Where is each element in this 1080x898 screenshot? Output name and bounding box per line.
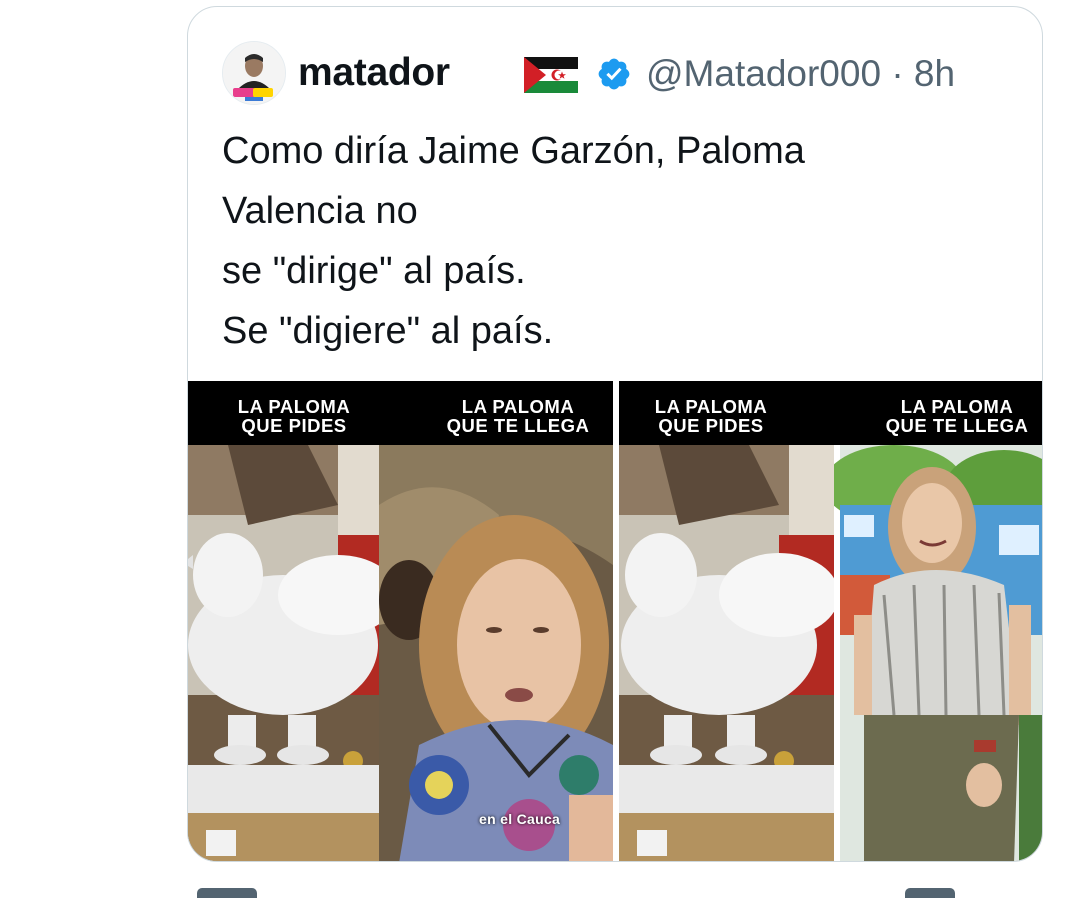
user-avatar[interactable] <box>222 41 286 105</box>
caption-paloma-que-te-llega: LA PALOMA QUE TE LLEGA <box>885 396 1029 436</box>
tweet-text-line: Se "digiere" al país. <box>222 310 554 352</box>
user-handle[interactable]: @Matador000 <box>646 53 881 94</box>
timestamp[interactable]: 8h <box>914 53 955 94</box>
woman-smiling-photo <box>834 445 1042 861</box>
tweet-text: Como diría Jaime Garzón, Paloma Valencia… <box>222 121 1002 361</box>
media-image-1[interactable]: LA PALOMA QUE PIDES LA PALOMA QUE TE LLE… <box>188 381 613 861</box>
caption-paloma-que-pides: LA PALOMA QUE PIDES <box>237 396 351 436</box>
tweet-text-line: Como diría Jaime Garzón, Paloma <box>222 130 805 172</box>
verified-badge-icon <box>598 58 630 90</box>
flag-icon <box>524 57 578 93</box>
overlay-label-en-el-cauca: en el Cauca <box>479 811 561 827</box>
media-image-2[interactable]: LA PALOMA QUE PIDES LA PALOMA QUE TE LLE… <box>619 381 1042 861</box>
display-name[interactable]: matador <box>298 51 450 95</box>
media-grid: LA PALOMA QUE PIDES LA PALOMA QUE TE LLE… <box>188 381 1042 861</box>
dot-separator: · <box>891 53 904 94</box>
dove-sculpture-photo <box>188 445 379 861</box>
tweet-text-line: Valencia no <box>222 190 418 232</box>
avatar-image <box>223 42 285 104</box>
share-action-icon[interactable] <box>905 888 955 898</box>
reply-action-icon[interactable] <box>197 888 257 898</box>
woman-speaking-photo: en el Cauca <box>379 445 613 861</box>
caption-paloma-que-pides: LA PALOMA QUE PIDES <box>654 396 768 436</box>
quoted-tweet-card[interactable]: matador @Matador000 · 8h Como diría Jaim… <box>187 6 1043 862</box>
caption-paloma-que-te-llega: LA PALOMA QUE TE LLEGA <box>446 396 590 436</box>
dove-sculpture-photo <box>619 445 834 861</box>
handle-and-time: @Matador000 · 8h <box>646 53 955 95</box>
tweet-text-line: se "dirige" al país. <box>222 250 526 292</box>
tweet-header: matador @Matador000 · 8h <box>222 41 1022 105</box>
